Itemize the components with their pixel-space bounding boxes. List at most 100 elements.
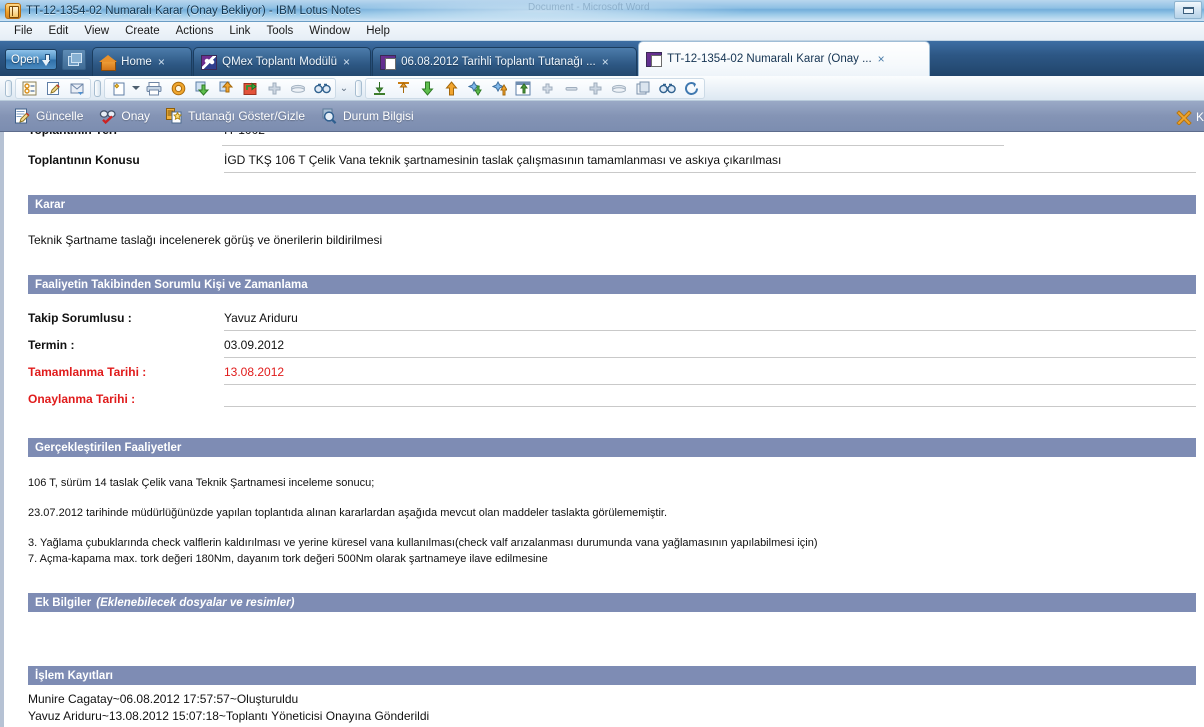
tab-close-icon[interactable]: × [342,56,351,68]
action-guncelle[interactable]: Güncelle [14,108,83,124]
faaliyet-paragraph-3[interactable]: 3. Yağlama çubuklarında check valflerin … [4,535,1204,551]
open-button[interactable]: Open [5,49,58,70]
field-value[interactable]: 03.09.2012 [224,337,1196,358]
icon-toolbar: ⌄ [0,76,1204,101]
section-header-gerceklestirilen-faaliyetler: Gerçekleştirilen Faaliyetler [28,438,1196,457]
folder-open-icon[interactable] [239,79,261,98]
toolbar-group-actions [104,77,336,99]
section-header-ek-bilgiler: Ek Bilgiler (Eklenebilecek dosyalar ve r… [28,593,1196,612]
menu-item-view[interactable]: View [76,24,117,38]
window-title-bar: TT-12-1354-02 Numaralı Karar (Onay Bekli… [0,0,1204,22]
collapse-icon[interactable] [287,79,309,98]
add-icon[interactable] [263,79,285,98]
properties-icon[interactable] [18,79,40,98]
window-controls [1173,1,1202,19]
menu-item-tools[interactable]: Tools [258,24,301,38]
toolbar-grip[interactable] [5,79,12,97]
tab-toplanti-tutanagi[interactable]: 06.08.2012 Tarihli Toplantı Tutanağı ...… [372,47,638,76]
field-value[interactable] [224,391,1196,407]
toolbar-grip[interactable] [94,79,101,97]
menu-item-window[interactable]: Window [301,24,358,38]
menu-item-create[interactable]: Create [117,24,168,38]
chevron-down-icon[interactable] [130,79,142,98]
field-row-toplantinin-konusu: Toplantının Konusu İGD TKŞ 106 T Çelik V… [4,146,1204,173]
faaliyet-paragraph-2[interactable]: 23.07.2012 tarihinde müdürlüğünüzde yapı… [4,505,1204,521]
action-durum-bilgisi[interactable]: Durum Bilgisi [321,108,414,124]
plus-icon[interactable] [536,79,558,98]
field-label: Termin : [28,338,75,352]
action-tutanagi-goster-gizle[interactable]: Tutanağı Göster/Gizle [166,108,305,124]
menu-item-help[interactable]: Help [358,24,398,38]
action-label: Durum Bilgisi [343,109,414,123]
find-icon[interactable] [656,79,678,98]
copy-icon[interactable] [632,79,654,98]
action-label: K [1195,109,1204,124]
section-title: İşlem Kayıtları [35,669,113,682]
field-value[interactable]: 13.08.2012 [224,364,1196,385]
window-list-button[interactable] [62,49,87,70]
field-row-toplantinin-yeri: Toplantının Yeri İY-1002 [4,132,1204,146]
down-arrow-icon[interactable] [416,79,438,98]
search-icon[interactable] [311,79,333,98]
section-header-sorumlu-kisi: Faaliyetin Takibinden Sorumlu Kişi ve Za… [28,275,1196,294]
edit-document-icon[interactable] [42,79,64,98]
tab-close-icon[interactable]: × [601,56,610,68]
print-icon[interactable] [143,79,165,98]
tab-close-icon[interactable]: × [877,53,886,65]
move-down-icon[interactable] [191,79,213,98]
karar-text[interactable]: Teknik Şartname taslağı incelenerek görü… [4,232,1204,249]
toolbar-group-navigation [365,77,705,99]
collapse-section-icon[interactable] [608,79,630,98]
cancel-icon[interactable] [167,79,189,98]
menu-item-file[interactable]: File [6,24,41,38]
next-marked-icon[interactable] [464,79,486,98]
tab-close-icon[interactable]: × [157,56,166,68]
tab-strip: Open Home × QMex Toplantı Modülü × 06.08… [0,41,1204,76]
status-info-icon [321,108,338,124]
up-arrow-icon[interactable] [440,79,462,98]
collapse-all-icon[interactable] [368,79,390,98]
tab-qmex-toplanti-modulu[interactable]: QMex Toplantı Modülü × [193,47,372,76]
prev-marked-icon[interactable] [488,79,510,98]
faaliyet-paragraph-1[interactable]: 106 T, sürüm 14 taslak Çelik vana Teknik… [4,475,1204,491]
tab-tt-12-1354-02-karar[interactable]: TT-12-1354-02 Numaralı Karar (Onay ... × [638,41,931,76]
action-label: Güncelle [36,109,84,123]
tab-label: TT-12-1354-02 Numaralı Karar (Onay ... [667,53,872,65]
section-header-islem-kayitlari: İşlem Kayıtları [28,666,1196,685]
log-entry: Yavuz Ariduru~13.08.2012 15:07:18~Toplan… [28,709,430,723]
field-value[interactable]: İGD TKŞ 106 T Çelik Vana teknik şartname… [224,152,1196,173]
tab-label: QMex Toplantı Modülü [222,56,337,68]
document-scroll-area[interactable]: Toplantının Yeri İY-1002 Toplantının Kon… [0,132,1204,727]
document-action-bar: Güncelle Onay Tutanağı Göster/Gizle Duru… [0,101,1204,132]
mail-send-icon[interactable] [66,79,88,98]
tab-home[interactable]: Home × [92,47,193,76]
section-title: Ek Bilgiler [35,596,92,609]
expand-top-icon[interactable] [392,79,414,98]
menu-item-edit[interactable]: Edit [41,24,77,38]
close-x-icon [1176,109,1192,126]
approve-glasses-icon [99,108,117,125]
field-label: Toplantının Konusu [28,153,140,167]
toolbar-grip[interactable] [355,79,362,97]
action-onay[interactable]: Onay [99,108,150,125]
section-title: Gerçekleştirilen Faaliyetler [35,441,182,454]
open-in-window-icon[interactable] [512,79,534,98]
menu-item-link[interactable]: Link [221,24,258,38]
action-truncated-right[interactable]: K [1176,101,1204,132]
field-value[interactable]: Yavuz Ariduru [224,310,1196,331]
expand-selection-icon[interactable] [584,79,606,98]
field-label: Tamamlanma Tarihi : [28,365,147,379]
window-title: TT-12-1354-02 Numaralı Karar (Onay Bekli… [26,4,361,17]
minus-icon[interactable] [560,79,582,98]
move-up-icon[interactable] [215,79,237,98]
new-document-icon[interactable] [107,79,129,98]
faaliyet-paragraph-4[interactable]: 7. Açma-kapama max. tork değeri 180Nm, d… [4,551,1204,567]
refresh-icon[interactable] [680,79,702,98]
restore-window-button[interactable] [1174,1,1202,19]
menu-item-actions[interactable]: Actions [168,24,222,38]
chevron-double-down-icon[interactable]: ⌄ [336,79,352,98]
log-entry: Munire Cagatay~06.08.2012 17:57:57~Oluşt… [28,692,299,706]
field-row-onaylanma-tarihi: Onaylanma Tarihi : [4,385,1204,412]
action-label: Tutanağı Göster/Gizle [188,109,306,123]
section-title: Faaliyetin Takibinden Sorumlu Kişi ve Za… [35,278,308,291]
